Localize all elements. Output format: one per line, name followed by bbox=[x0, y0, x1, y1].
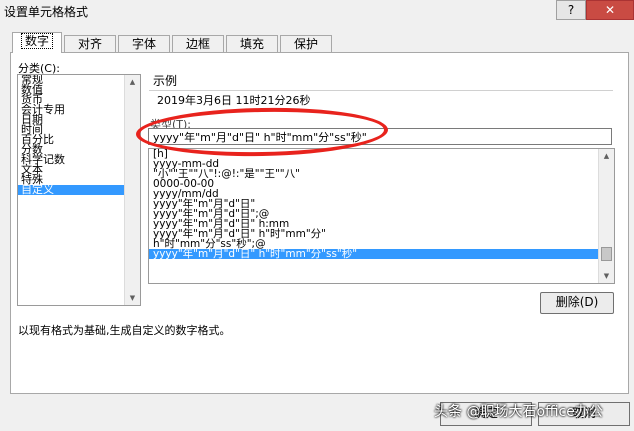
category-list[interactable]: 常规 数值 货币 会计专用 日期 时间 百分比 分数 科学记数 文本 特殊 自定… bbox=[17, 74, 141, 306]
tab-number[interactable]: 数字 bbox=[12, 32, 62, 53]
tab-border[interactable]: 边框 bbox=[172, 35, 224, 52]
tab-font[interactable]: 字体 bbox=[118, 35, 170, 52]
format-item[interactable]: "小""王""八"!:@!:"是""王""八" bbox=[149, 169, 614, 180]
format-list[interactable]: [h] yyyy-mm-dd "小""王""八"!:@!:"是""王""八" 0… bbox=[148, 148, 615, 284]
tab-alignment[interactable]: 对齐 bbox=[64, 35, 116, 52]
title-bar: 设置单元格格式 ? ✕ bbox=[0, 0, 634, 20]
sample-legend: 示例 bbox=[153, 72, 178, 89]
scroll-up-icon[interactable]: ▲ bbox=[125, 75, 140, 89]
scroll-down-icon[interactable]: ▼ bbox=[599, 269, 614, 283]
type-input[interactable]: yyyy"年"m"月"d"日" h"时"mm"分"ss"秒" bbox=[148, 128, 612, 145]
format-item-selected[interactable]: yyyy"年"m"月"d"日" h"时"mm"分"ss"秒" bbox=[149, 249, 614, 259]
format-scrollbar[interactable]: ▲ ▼ bbox=[598, 149, 614, 283]
scroll-down-icon[interactable]: ▼ bbox=[125, 291, 140, 305]
category-item-custom[interactable]: 自定义 bbox=[18, 184, 140, 195]
format-description: 以现有格式为基础,生成自定义的数字格式。 bbox=[18, 324, 231, 337]
tab-protection[interactable]: 保护 bbox=[280, 35, 332, 52]
sample-group: 示例 2019年3月6日 11时21分26秒 bbox=[149, 72, 613, 108]
watermark: 头条 @职场大石office办公 bbox=[434, 404, 603, 420]
category-scrollbar[interactable]: ▲ ▼ bbox=[124, 75, 140, 305]
scroll-up-icon[interactable]: ▲ bbox=[599, 149, 614, 163]
help-button[interactable]: ? bbox=[556, 0, 586, 20]
delete-button[interactable]: 删除(D) bbox=[540, 292, 614, 314]
dialog-title: 设置单元格格式 bbox=[4, 5, 89, 19]
sample-value: 2019年3月6日 11时21分26秒 bbox=[157, 94, 311, 107]
format-item[interactable]: 0000-00-00 bbox=[149, 179, 614, 190]
scroll-thumb[interactable] bbox=[601, 247, 612, 261]
close-button[interactable]: ✕ bbox=[586, 0, 634, 20]
tab-fill[interactable]: 填充 bbox=[226, 35, 278, 52]
